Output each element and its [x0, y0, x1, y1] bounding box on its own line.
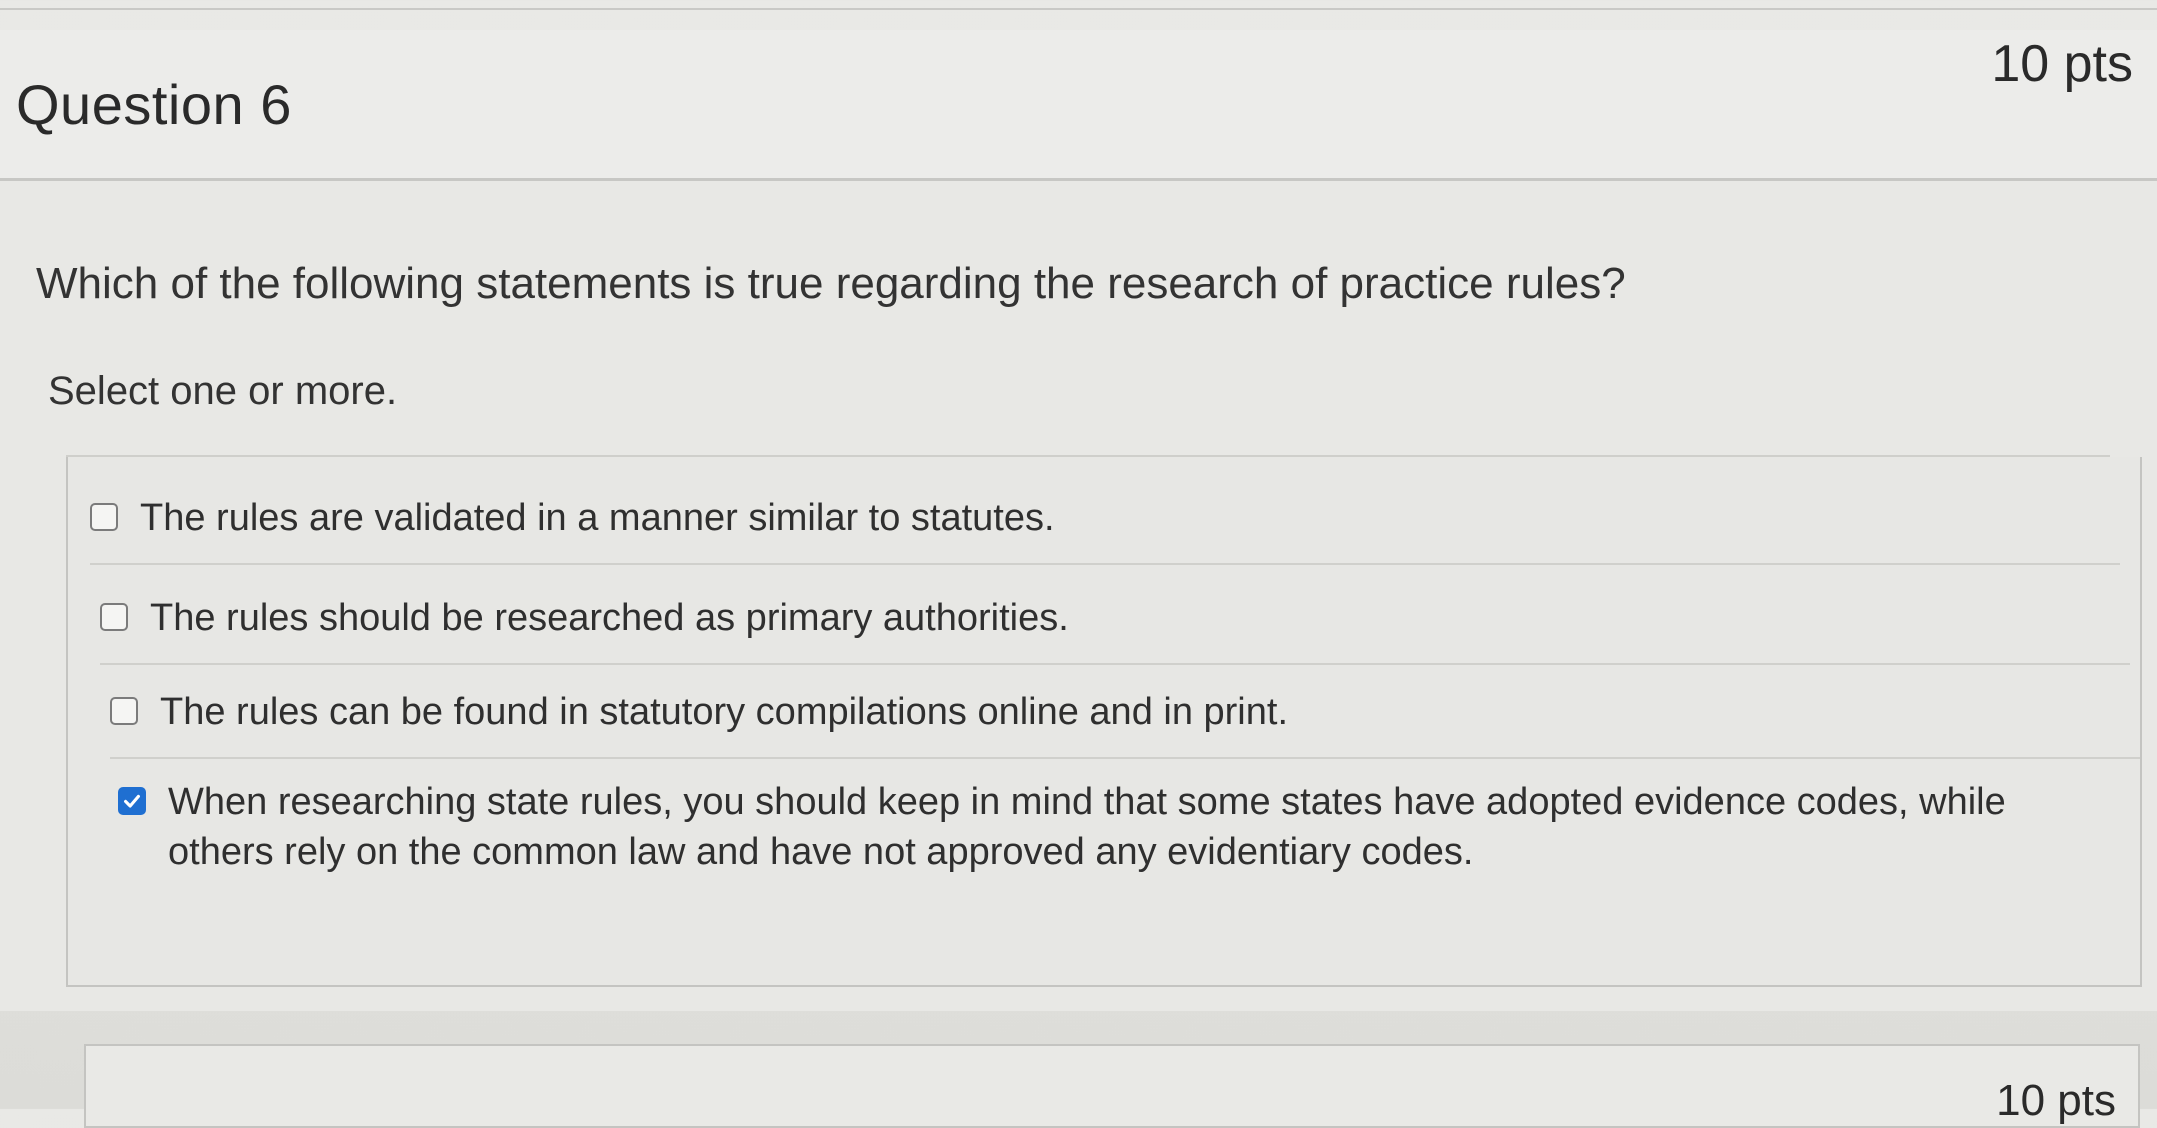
answer-checkbox-4[interactable] [118, 787, 146, 815]
answer-label: The rules should be researched as primar… [150, 597, 1069, 639]
answers-list: The rules are validated in a manner simi… [66, 457, 2142, 987]
question-header: Question 6 10 pts [0, 30, 2157, 181]
question-points: 10 pts [1991, 35, 2133, 93]
next-question-points: 10 pts [1996, 1076, 2116, 1125]
answer-label: When researching state rules, you should… [168, 781, 2006, 873]
answer-label: The rules are validated in a manner simi… [140, 497, 1055, 539]
question-instructions: Select one or more. [48, 369, 398, 413]
next-question-card: 10 pts [84, 1044, 2140, 1128]
answer-option[interactable]: When researching state rules, you should… [118, 777, 2108, 897]
top-divider [0, 8, 2157, 10]
answer-checkbox-1[interactable] [90, 503, 118, 531]
answer-option[interactable]: The rules are validated in a manner simi… [90, 493, 2120, 565]
question-body: Which of the following statements is tru… [0, 181, 2157, 1011]
answer-option[interactable]: The rules should be researched as primar… [100, 593, 2130, 665]
question-title: Question 6 [16, 73, 292, 136]
question-text: Which of the following statements is tru… [36, 259, 1626, 308]
checkmark-icon [124, 794, 140, 808]
answer-option[interactable]: The rules can be found in statutory comp… [110, 687, 2140, 759]
answer-label: The rules can be found in statutory comp… [160, 691, 1288, 733]
answer-checkbox-2[interactable] [100, 603, 128, 631]
answer-checkbox-3[interactable] [110, 697, 138, 725]
question-card: Question 6 10 pts Which of the following… [0, 30, 2157, 1030]
